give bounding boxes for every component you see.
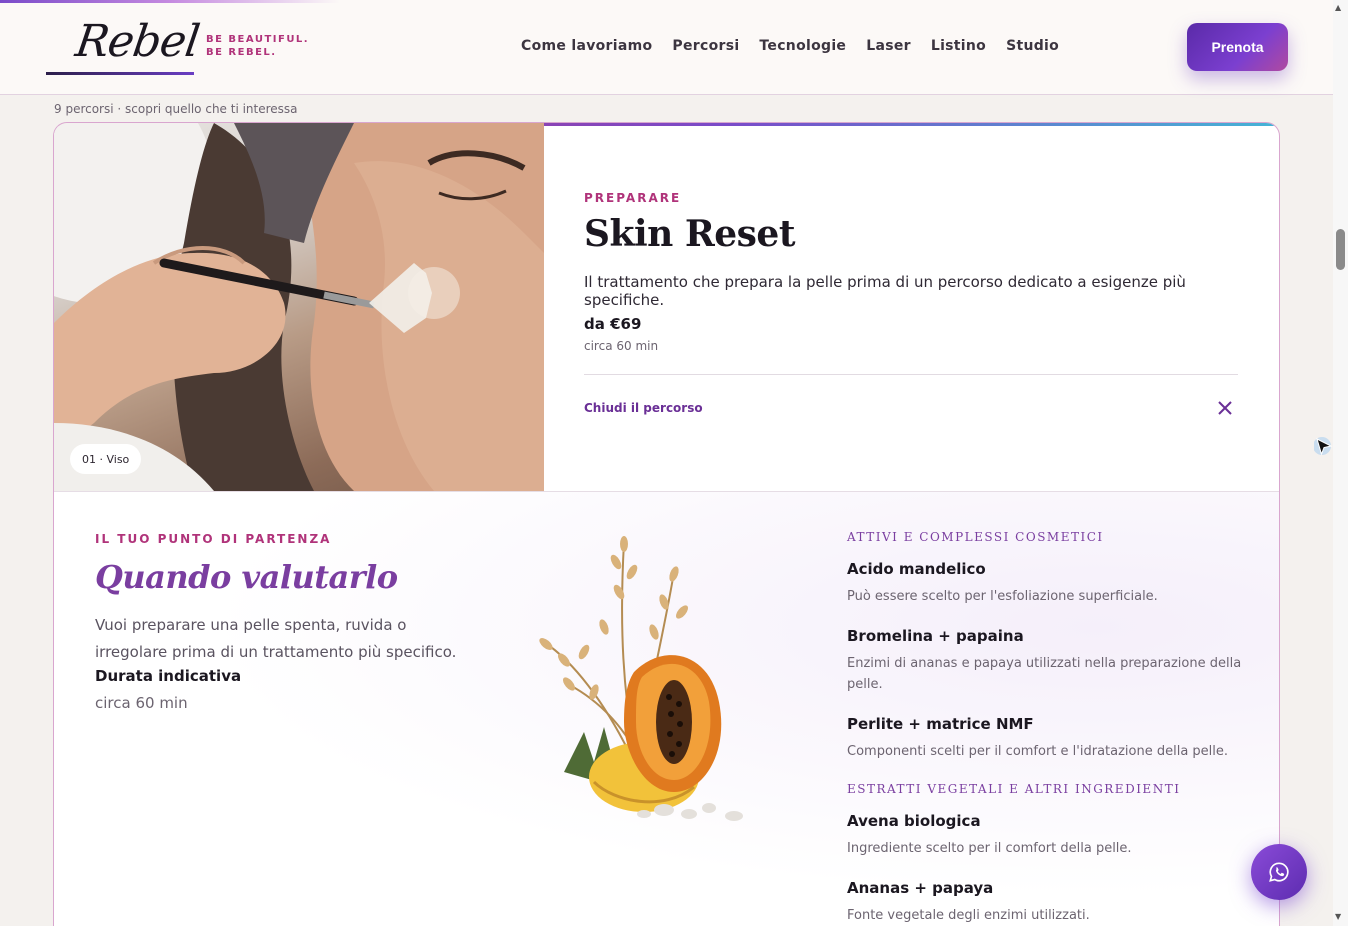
treatment-eyebrow: PREPARARE (584, 191, 682, 205)
ingredient-desc: Può essere scelto per l'esfoliazione sup… (847, 589, 1158, 604)
start-title: Quando valutarlo (95, 558, 398, 596)
nav-item-percorsi[interactable]: Percorsi (672, 38, 739, 54)
ingredient-group-title: Attivi e complessi cosmetici (847, 530, 1104, 544)
whatsapp-button[interactable] (1251, 844, 1307, 900)
start-text: Vuoi preparare una pelle spenta, ruvida … (95, 616, 457, 661)
treatment-photo: 01 · Viso (54, 123, 544, 491)
start-eyebrow: IL TUO PUNTO DI PARTENZA (95, 532, 332, 546)
duration-label: Durata indicativa (95, 667, 242, 685)
logo-wordmark: Rebel (72, 16, 203, 67)
treatment-description: Il trattamento che prepara la pelle prim… (584, 273, 1186, 309)
nav-item-come-lavoriamo[interactable]: Come lavoriamo (521, 38, 652, 54)
ingredient-desc: Componenti scelti per il comfort e l'idr… (847, 744, 1229, 759)
paths-count: 9 percorsi · scopri quello che ti intere… (54, 102, 298, 116)
ingredient-item: Perlite + matrice NMF Componenti scelti … (847, 715, 1247, 762)
info-divider (584, 374, 1238, 375)
logo-underline (46, 72, 194, 75)
ingredients-list: Attivi e complessi cosmetici Acido mande… (847, 530, 1247, 926)
nav-item-studio[interactable]: Studio (1006, 38, 1059, 54)
cursor-arrow-icon (1314, 437, 1333, 456)
ingredient-desc: Ingrediente scelto per il comfort della … (847, 841, 1132, 856)
ingredient-item: Avena biologica Ingrediente scelto per i… (847, 812, 1247, 859)
header-accent-line (0, 0, 340, 3)
ingredient-group: Attivi e complessi cosmetici Acido mande… (847, 530, 1247, 762)
ingredient-desc: Fonte vegetale degli enzimi utilizzati. (847, 908, 1090, 923)
duration-value: circa 60 min (95, 694, 188, 712)
ingredient-desc: Enzimi di ananas e papaya utilizzati nel… (847, 656, 1242, 692)
treatment-duration: circa 60 min (584, 339, 659, 353)
site-header: Rebel BE BEAUTIFUL. BE REBEL. Come lavor… (0, 0, 1333, 95)
treatment-price: da €69 (584, 315, 642, 333)
category-badge: 01 · Viso (70, 444, 142, 474)
ingredient-name: Ananas + papaya (847, 879, 994, 897)
page-scrollbar[interactable] (1333, 0, 1348, 926)
ingredient-group-title: Estratti vegetali e altri ingredienti (847, 782, 1181, 796)
nav-item-tecnologie[interactable]: Tecnologie (759, 38, 846, 54)
nav-item-listino[interactable]: Listino (931, 38, 986, 54)
ingredient-item: Ananas + papaya Fonte vegetale degli enz… (847, 879, 1247, 926)
treatment-info: PREPARARE Skin Reset Il trattamento che … (584, 123, 1240, 491)
ingredient-item: Acido mandelico Può essere scelto per l'… (847, 560, 1247, 607)
logo[interactable]: Rebel (46, 16, 202, 76)
scroll-up-arrow-icon[interactable]: ▲ (1335, 3, 1341, 12)
scroll-down-arrow-icon[interactable]: ▼ (1335, 912, 1341, 921)
close-path-link[interactable]: Chiudi il percorso (584, 401, 703, 415)
nav-item-laser[interactable]: Laser (866, 38, 911, 54)
ingredient-name: Perlite + matrice NMF (847, 715, 1034, 733)
tagline: BE BEAUTIFUL. BE REBEL. (206, 34, 310, 58)
treatment-photo-illustration (54, 123, 544, 491)
ingredient-item: Bromelina + papaina Enzimi di ananas e p… (847, 627, 1247, 695)
book-button[interactable]: Prenota (1187, 23, 1288, 71)
treatment-title: Skin Reset (584, 213, 795, 255)
treatment-card: 01 · Viso PREPARARE Skin Reset Il tratta… (53, 122, 1280, 926)
close-icon[interactable] (1216, 399, 1234, 417)
ingredient-name: Bromelina + papaina (847, 627, 1024, 645)
ingredient-group: Estratti vegetali e altri ingredienti Av… (847, 782, 1247, 926)
ingredient-name: Avena biologica (847, 812, 981, 830)
main-nav: Come lavoriamo Percorsi Tecnologie Laser… (521, 38, 1059, 54)
treatment-details: IL TUO PUNTO DI PARTENZA Quando valutarl… (54, 492, 1279, 926)
scroll-thumb[interactable] (1336, 229, 1345, 270)
papaya-oat-illustration (539, 536, 743, 821)
whatsapp-icon (1269, 862, 1289, 882)
ingredient-name: Acido mandelico (847, 560, 986, 578)
